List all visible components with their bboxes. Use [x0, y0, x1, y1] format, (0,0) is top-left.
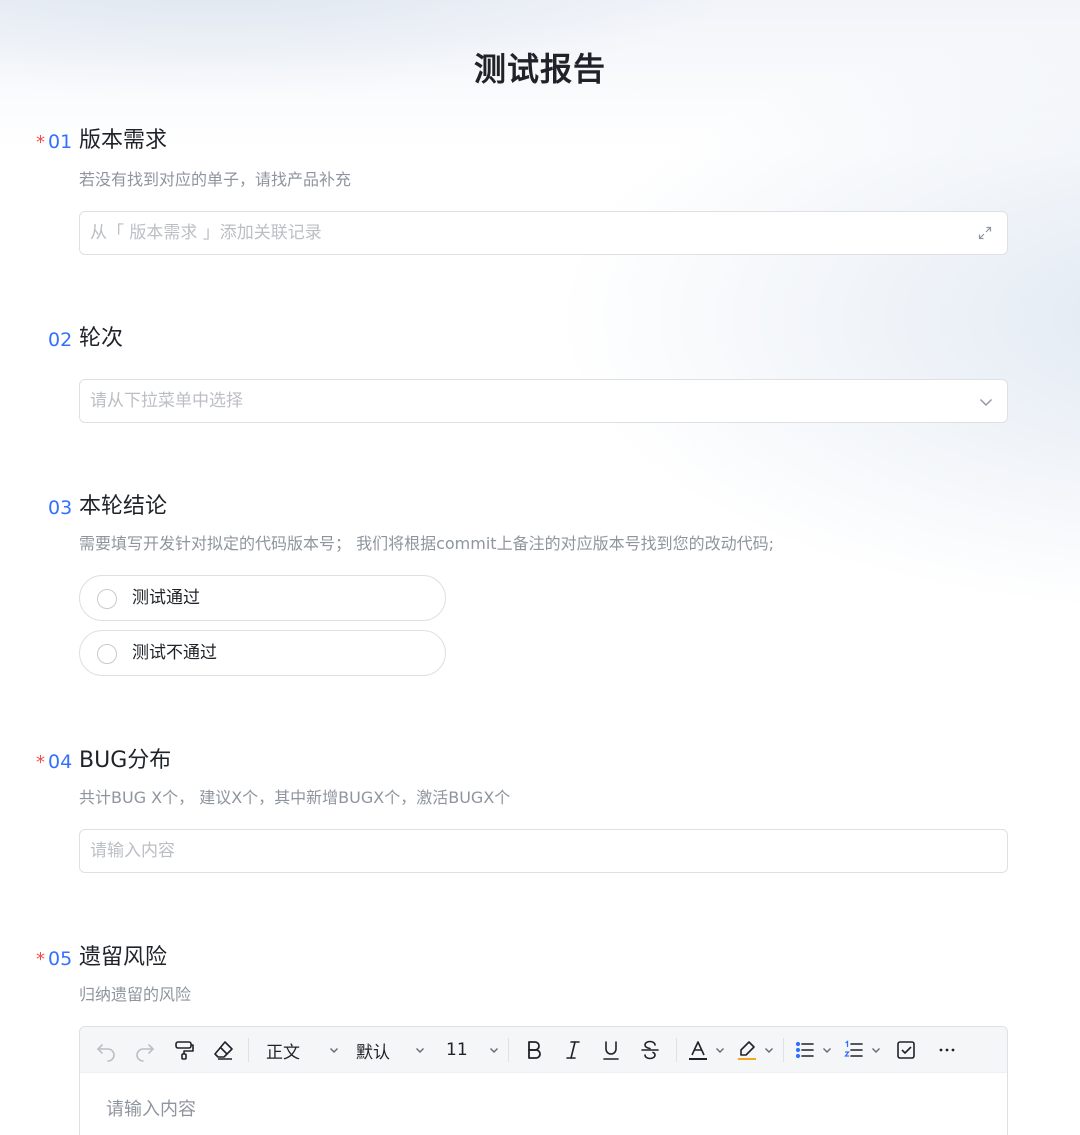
- question-description: 需要填写开发针对拟定的代码版本号； 我们将根据commit上备注的对应版本号找到…: [79, 534, 774, 553]
- required-marker: *: [36, 132, 45, 153]
- format-painter-icon[interactable]: [172, 1027, 196, 1073]
- question-header: * 04 BUG分布: [0, 748, 1080, 778]
- font-color-icon: [686, 1038, 710, 1062]
- field-placeholder: 从「 版本需求 」添加关联记录: [90, 223, 322, 243]
- toolbar-divider: [508, 1038, 509, 1062]
- font-size-value: 11: [446, 1040, 468, 1060]
- more-icon[interactable]: [935, 1027, 959, 1073]
- question-header: 02 轮次: [0, 326, 1080, 356]
- font-size-dropdown[interactable]: 11: [446, 1027, 500, 1073]
- chevron-down-icon: [763, 1044, 775, 1056]
- question-description: 若没有找到对应的单子，请找产品补充: [79, 170, 352, 189]
- round-select[interactable]: 请从下拉菜单中选择: [79, 379, 1008, 423]
- required-marker: *: [36, 949, 45, 970]
- toolbar-divider: [783, 1038, 784, 1062]
- required-marker: *: [36, 752, 45, 773]
- chevron-down-icon: [821, 1044, 833, 1056]
- form-title: 测试报告: [473, 50, 606, 88]
- radio-button[interactable]: [97, 589, 117, 609]
- question-header: * 05 遗留风险: [0, 945, 1080, 975]
- redo-icon[interactable]: [133, 1027, 157, 1073]
- question-bug-distribution: * 04 BUG分布 共计BUG X个， 建议X个，其中新增BUGX个，激活BU…: [0, 748, 1080, 873]
- chevron-down-icon: [714, 1044, 726, 1056]
- font-color-dropdown[interactable]: [686, 1027, 726, 1073]
- question-description: 归纳遗留的风险: [79, 985, 192, 1004]
- font-family-value: 默认: [356, 1042, 390, 1063]
- numbered-list-icon: [842, 1038, 866, 1062]
- bold-icon[interactable]: [522, 1027, 546, 1073]
- question-label: 遗留风险: [79, 945, 168, 970]
- question-number: 03: [48, 497, 73, 519]
- chevron-down-icon: [414, 1044, 426, 1056]
- radio-option-pass[interactable]: 测试通过: [79, 575, 446, 621]
- underline-icon[interactable]: [599, 1027, 623, 1073]
- radio-button[interactable]: [97, 644, 117, 664]
- undo-icon[interactable]: [94, 1027, 118, 1073]
- question-conclusion: 03 本轮结论 需要填写开发针对拟定的代码版本号； 我们将根据commit上备注…: [0, 494, 1080, 676]
- strikethrough-icon[interactable]: [638, 1027, 662, 1073]
- clear-format-icon[interactable]: [211, 1027, 235, 1073]
- paragraph-style-value: 正文: [266, 1042, 300, 1063]
- italic-icon[interactable]: [561, 1027, 585, 1073]
- toolbar-divider: [676, 1038, 677, 1062]
- question-description: 共计BUG X个， 建议X个，其中新增BUGX个，激活BUGX个: [79, 788, 511, 807]
- bullet-list-icon: [793, 1038, 817, 1062]
- checklist-icon[interactable]: [894, 1027, 918, 1073]
- numbered-list-dropdown[interactable]: [842, 1027, 882, 1073]
- question-label: 本轮结论: [79, 494, 168, 519]
- select-placeholder: 请从下拉菜单中选择: [90, 391, 243, 411]
- form-page: 测试报告 * 01 版本需求 若没有找到对应的单子，请找产品补充 从「 版本需求…: [0, 0, 1080, 1135]
- bullet-list-dropdown[interactable]: [793, 1027, 833, 1073]
- question-number: 02: [48, 329, 73, 351]
- question-round: 02 轮次 请从下拉菜单中选择: [0, 326, 1080, 423]
- highlight-icon: [735, 1038, 759, 1062]
- chevron-down-icon: [977, 393, 995, 411]
- highlight-dropdown[interactable]: [735, 1027, 775, 1073]
- radio-label: 测试通过: [132, 588, 200, 608]
- question-label: 版本需求: [79, 128, 168, 153]
- question-version-requirement: * 01 版本需求 若没有找到对应的单子，请找产品补充 从「 版本需求 」添加关…: [0, 128, 1080, 255]
- question-number: 04: [48, 751, 73, 773]
- question-number: 01: [48, 131, 73, 153]
- question-header: 03 本轮结论: [0, 494, 1080, 524]
- bug-distribution-input[interactable]: 请输入内容: [79, 829, 1008, 873]
- paragraph-style-dropdown[interactable]: 正文: [266, 1027, 340, 1073]
- link-record-field[interactable]: 从「 版本需求 」添加关联记录: [79, 211, 1008, 255]
- font-family-dropdown[interactable]: 默认: [356, 1027, 426, 1073]
- question-header: * 01 版本需求: [0, 128, 1080, 158]
- question-number: 05: [48, 948, 73, 970]
- expand-icon[interactable]: [977, 225, 993, 241]
- question-label: 轮次: [79, 326, 124, 351]
- input-placeholder: 请输入内容: [90, 841, 175, 861]
- radio-label: 测试不通过: [132, 643, 217, 663]
- chevron-down-icon: [328, 1044, 340, 1056]
- question-label: BUG分布: [79, 748, 172, 773]
- chevron-down-icon: [870, 1044, 882, 1056]
- radio-option-fail[interactable]: 测试不通过: [79, 630, 446, 676]
- rich-text-editor[interactable]: 正文 默认 11 请输入内容: [79, 1026, 1008, 1135]
- chevron-down-icon: [488, 1044, 500, 1056]
- toolbar-divider: [248, 1038, 249, 1062]
- editor-toolbar: 正文 默认 11: [80, 1027, 1007, 1073]
- question-remaining-risk: * 05 遗留风险 归纳遗留的风险: [0, 945, 1080, 1004]
- editor-placeholder: 请输入内容: [106, 1099, 196, 1120]
